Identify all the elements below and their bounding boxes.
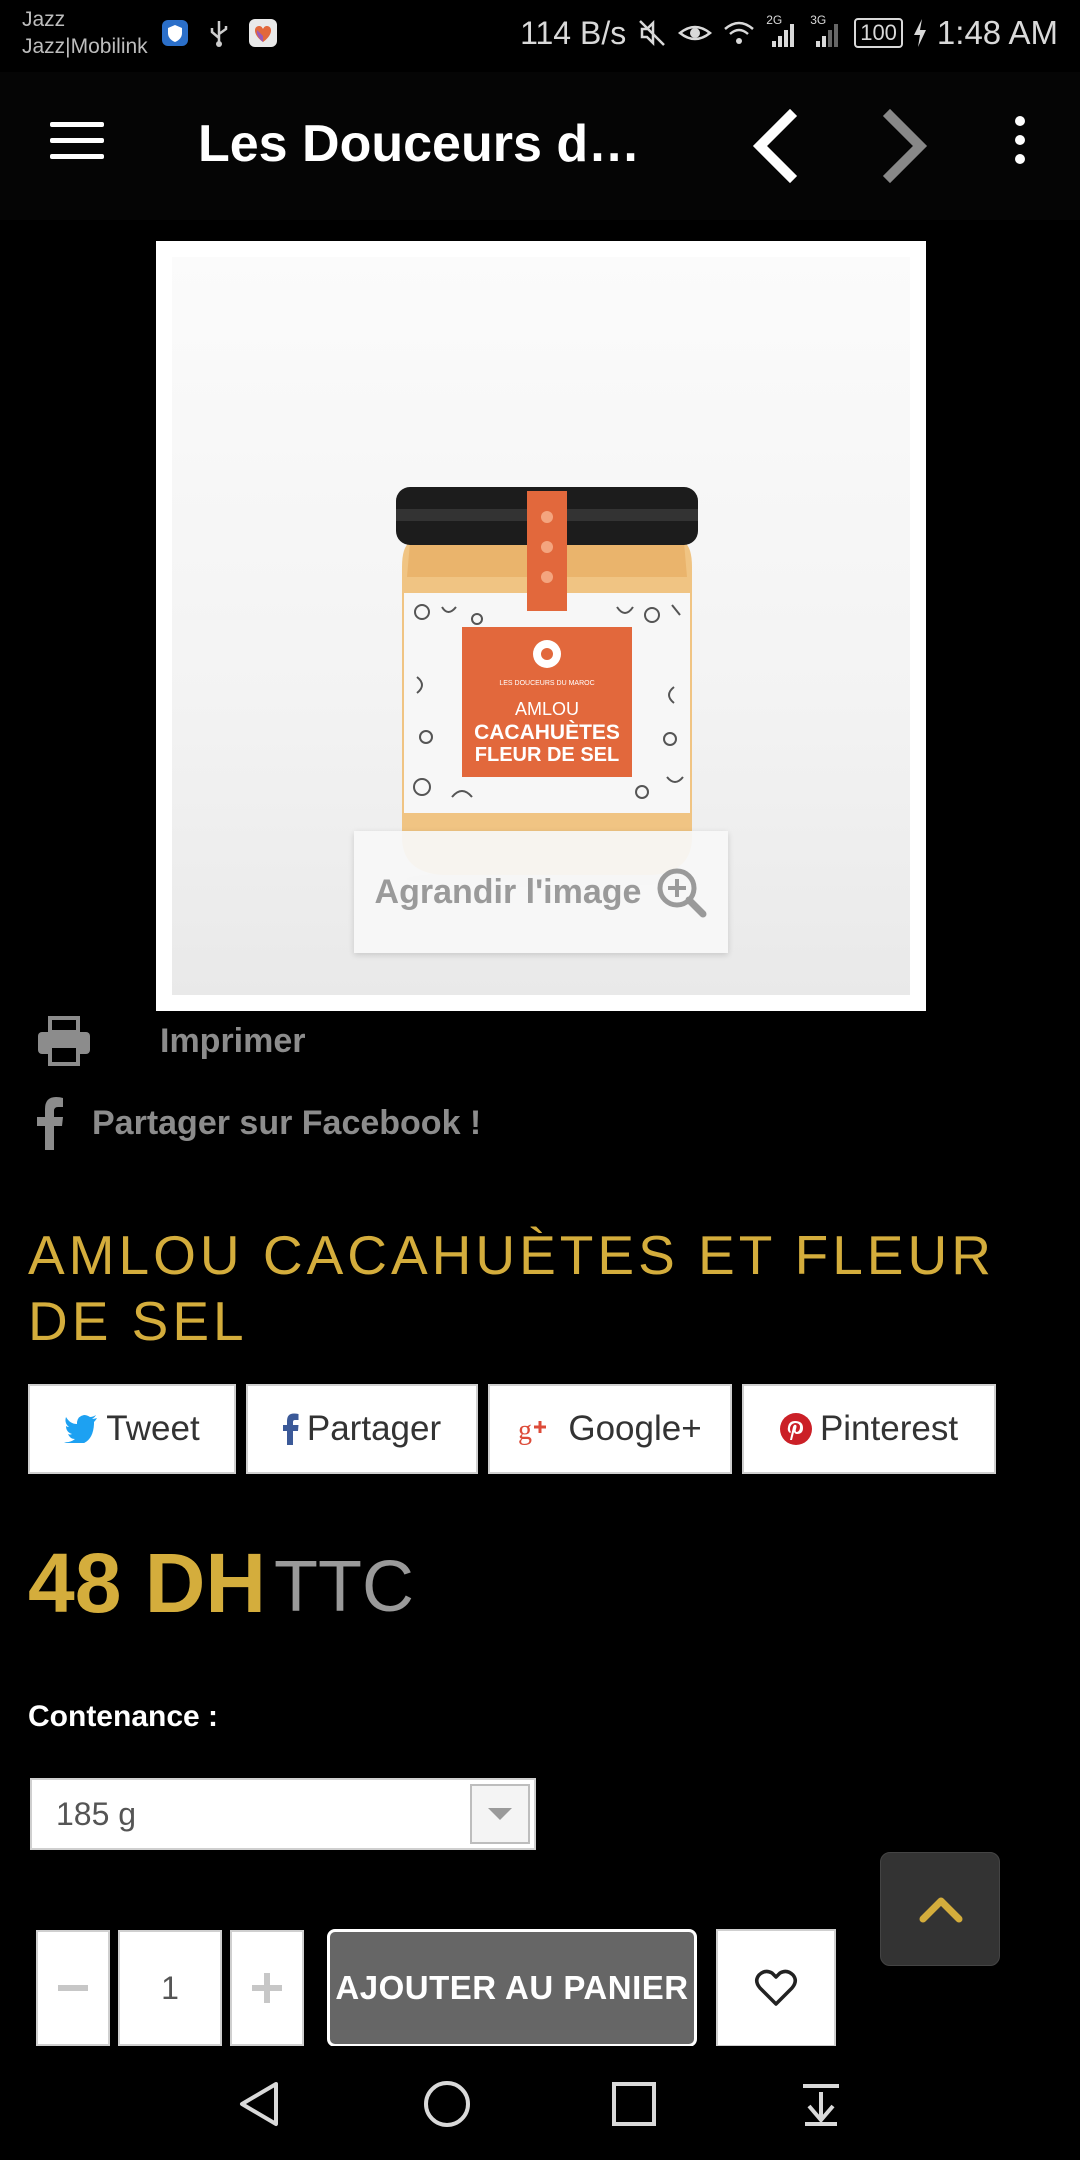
photo-app-icon bbox=[249, 19, 277, 47]
clock: 1:48 AM bbox=[936, 14, 1058, 51]
tweet-label: Tweet bbox=[106, 1409, 200, 1448]
notification-icons bbox=[160, 18, 278, 48]
jar-image: LES DOUCEURS DU MAROC AMLOU CACAHUÈTES F… bbox=[396, 487, 698, 887]
google-plus-icon: g bbox=[518, 1415, 547, 1445]
notification-pull-down-icon[interactable] bbox=[795, 2078, 847, 2130]
jar-brand-text: LES DOUCEURS DU MAROC bbox=[499, 680, 594, 687]
product-price: 48 DH bbox=[28, 1536, 267, 1630]
carrier-network: Jazz|Mobilink bbox=[22, 35, 148, 58]
jar-label-line3: FLEUR DE SEL bbox=[475, 744, 619, 766]
forward-arrow-icon[interactable] bbox=[870, 108, 940, 184]
back-to-top-button[interactable] bbox=[880, 1852, 1000, 1966]
nav-home-icon[interactable] bbox=[421, 2078, 473, 2130]
plus-icon bbox=[252, 1973, 282, 2003]
more-vert-icon bbox=[1015, 116, 1025, 126]
signal-bars-icon bbox=[816, 24, 839, 47]
chevron-down-icon bbox=[488, 1808, 512, 1820]
usb-icon bbox=[210, 21, 228, 47]
signal-3g: 3G bbox=[810, 13, 844, 49]
pinterest-icon bbox=[779, 1413, 812, 1445]
app-bar: Les Douceurs du Maroc bbox=[0, 72, 1080, 220]
print-link[interactable]: Imprimer bbox=[36, 1010, 306, 1072]
hamburger-icon bbox=[50, 122, 104, 127]
facebook-partager-button[interactable]: Partager bbox=[246, 1384, 478, 1474]
facebook-share-link[interactable]: Partager sur Facebook ! bbox=[36, 1092, 481, 1154]
tweet-button[interactable]: Tweet bbox=[28, 1384, 236, 1474]
overflow-menu-button[interactable] bbox=[1000, 116, 1040, 176]
minus-icon bbox=[58, 1985, 88, 1991]
selected-variant: 185 g bbox=[56, 1796, 137, 1832]
battery-level: 100 bbox=[854, 18, 903, 48]
eye-comfort-icon bbox=[678, 25, 713, 41]
status-bar: Jazz Jazz|Mobilink 114 B/s 2G 3G 100 1:4… bbox=[0, 0, 1080, 72]
carrier-info: Jazz Jazz|Mobilink bbox=[22, 6, 148, 60]
chevron-up-icon bbox=[919, 1897, 963, 1923]
page-title: Les Douceurs du Maroc bbox=[198, 115, 668, 173]
menu-button[interactable] bbox=[50, 122, 104, 166]
google-plus-label: Google+ bbox=[568, 1409, 702, 1448]
add-to-cart-label: AJOUTER AU PANIER bbox=[335, 1969, 689, 2006]
back-arrow-icon[interactable] bbox=[740, 108, 810, 184]
google-plus-button[interactable]: g Google+ bbox=[488, 1384, 732, 1474]
dropdown-toggle[interactable] bbox=[470, 1784, 530, 1844]
heart-icon bbox=[755, 1969, 797, 2006]
wishlist-button[interactable] bbox=[716, 1929, 836, 2047]
quantity-increase-button[interactable] bbox=[230, 1930, 304, 2046]
facebook-icon bbox=[37, 1097, 63, 1150]
network-rate: 114 B/s bbox=[520, 14, 627, 51]
jar-label-line2: CACAHUÈTES bbox=[474, 721, 620, 744]
carrier-name: Jazz bbox=[22, 8, 66, 31]
pinterest-button[interactable]: Pinterest bbox=[742, 1384, 996, 1474]
signal-2g: 2G bbox=[766, 13, 800, 49]
print-label: Imprimer bbox=[160, 1021, 306, 1060]
zoom-image-button[interactable]: Agrandir l'image bbox=[354, 831, 728, 953]
nav-recents-icon[interactable] bbox=[608, 2078, 660, 2130]
system-status: 114 B/s 2G 3G 100 1:48 AM bbox=[520, 13, 1058, 52]
pinterest-label: Pinterest bbox=[819, 1409, 959, 1448]
twitter-icon bbox=[64, 1415, 98, 1443]
quantity-input[interactable]: 1 bbox=[118, 1930, 222, 2046]
charging-icon bbox=[913, 19, 926, 47]
add-to-cart-button[interactable]: AJOUTER AU PANIER bbox=[327, 1929, 697, 2047]
nav-back-icon[interactable] bbox=[234, 2078, 286, 2130]
mute-icon bbox=[639, 19, 666, 47]
signal-bars-icon bbox=[772, 24, 795, 47]
quantity-decrease-button[interactable] bbox=[36, 1930, 110, 2046]
printer-icon bbox=[38, 1016, 90, 1066]
facebook-share-label: Partager sur Facebook ! bbox=[92, 1103, 482, 1142]
price-tax-label: TTC bbox=[274, 1547, 414, 1627]
product-title: AMLOU CACAHUÈTES ET FLEUR DE SEL bbox=[28, 1224, 995, 1352]
facebook-f-icon bbox=[282, 1413, 299, 1445]
variant-label: Contenance : bbox=[28, 1700, 219, 1733]
contenance-select[interactable]: 185 g bbox=[30, 1778, 536, 1850]
zoom-label: Agrandir l'image bbox=[374, 872, 642, 911]
system-navigation-bar bbox=[0, 2046, 1080, 2160]
shield-icon bbox=[162, 20, 188, 46]
wifi-icon bbox=[724, 21, 755, 44]
zoom-in-icon bbox=[657, 868, 707, 918]
jar-label-line1: AMLOU bbox=[515, 699, 579, 719]
svg-text:g: g bbox=[518, 1415, 532, 1445]
partager-label: Partager bbox=[306, 1409, 442, 1448]
